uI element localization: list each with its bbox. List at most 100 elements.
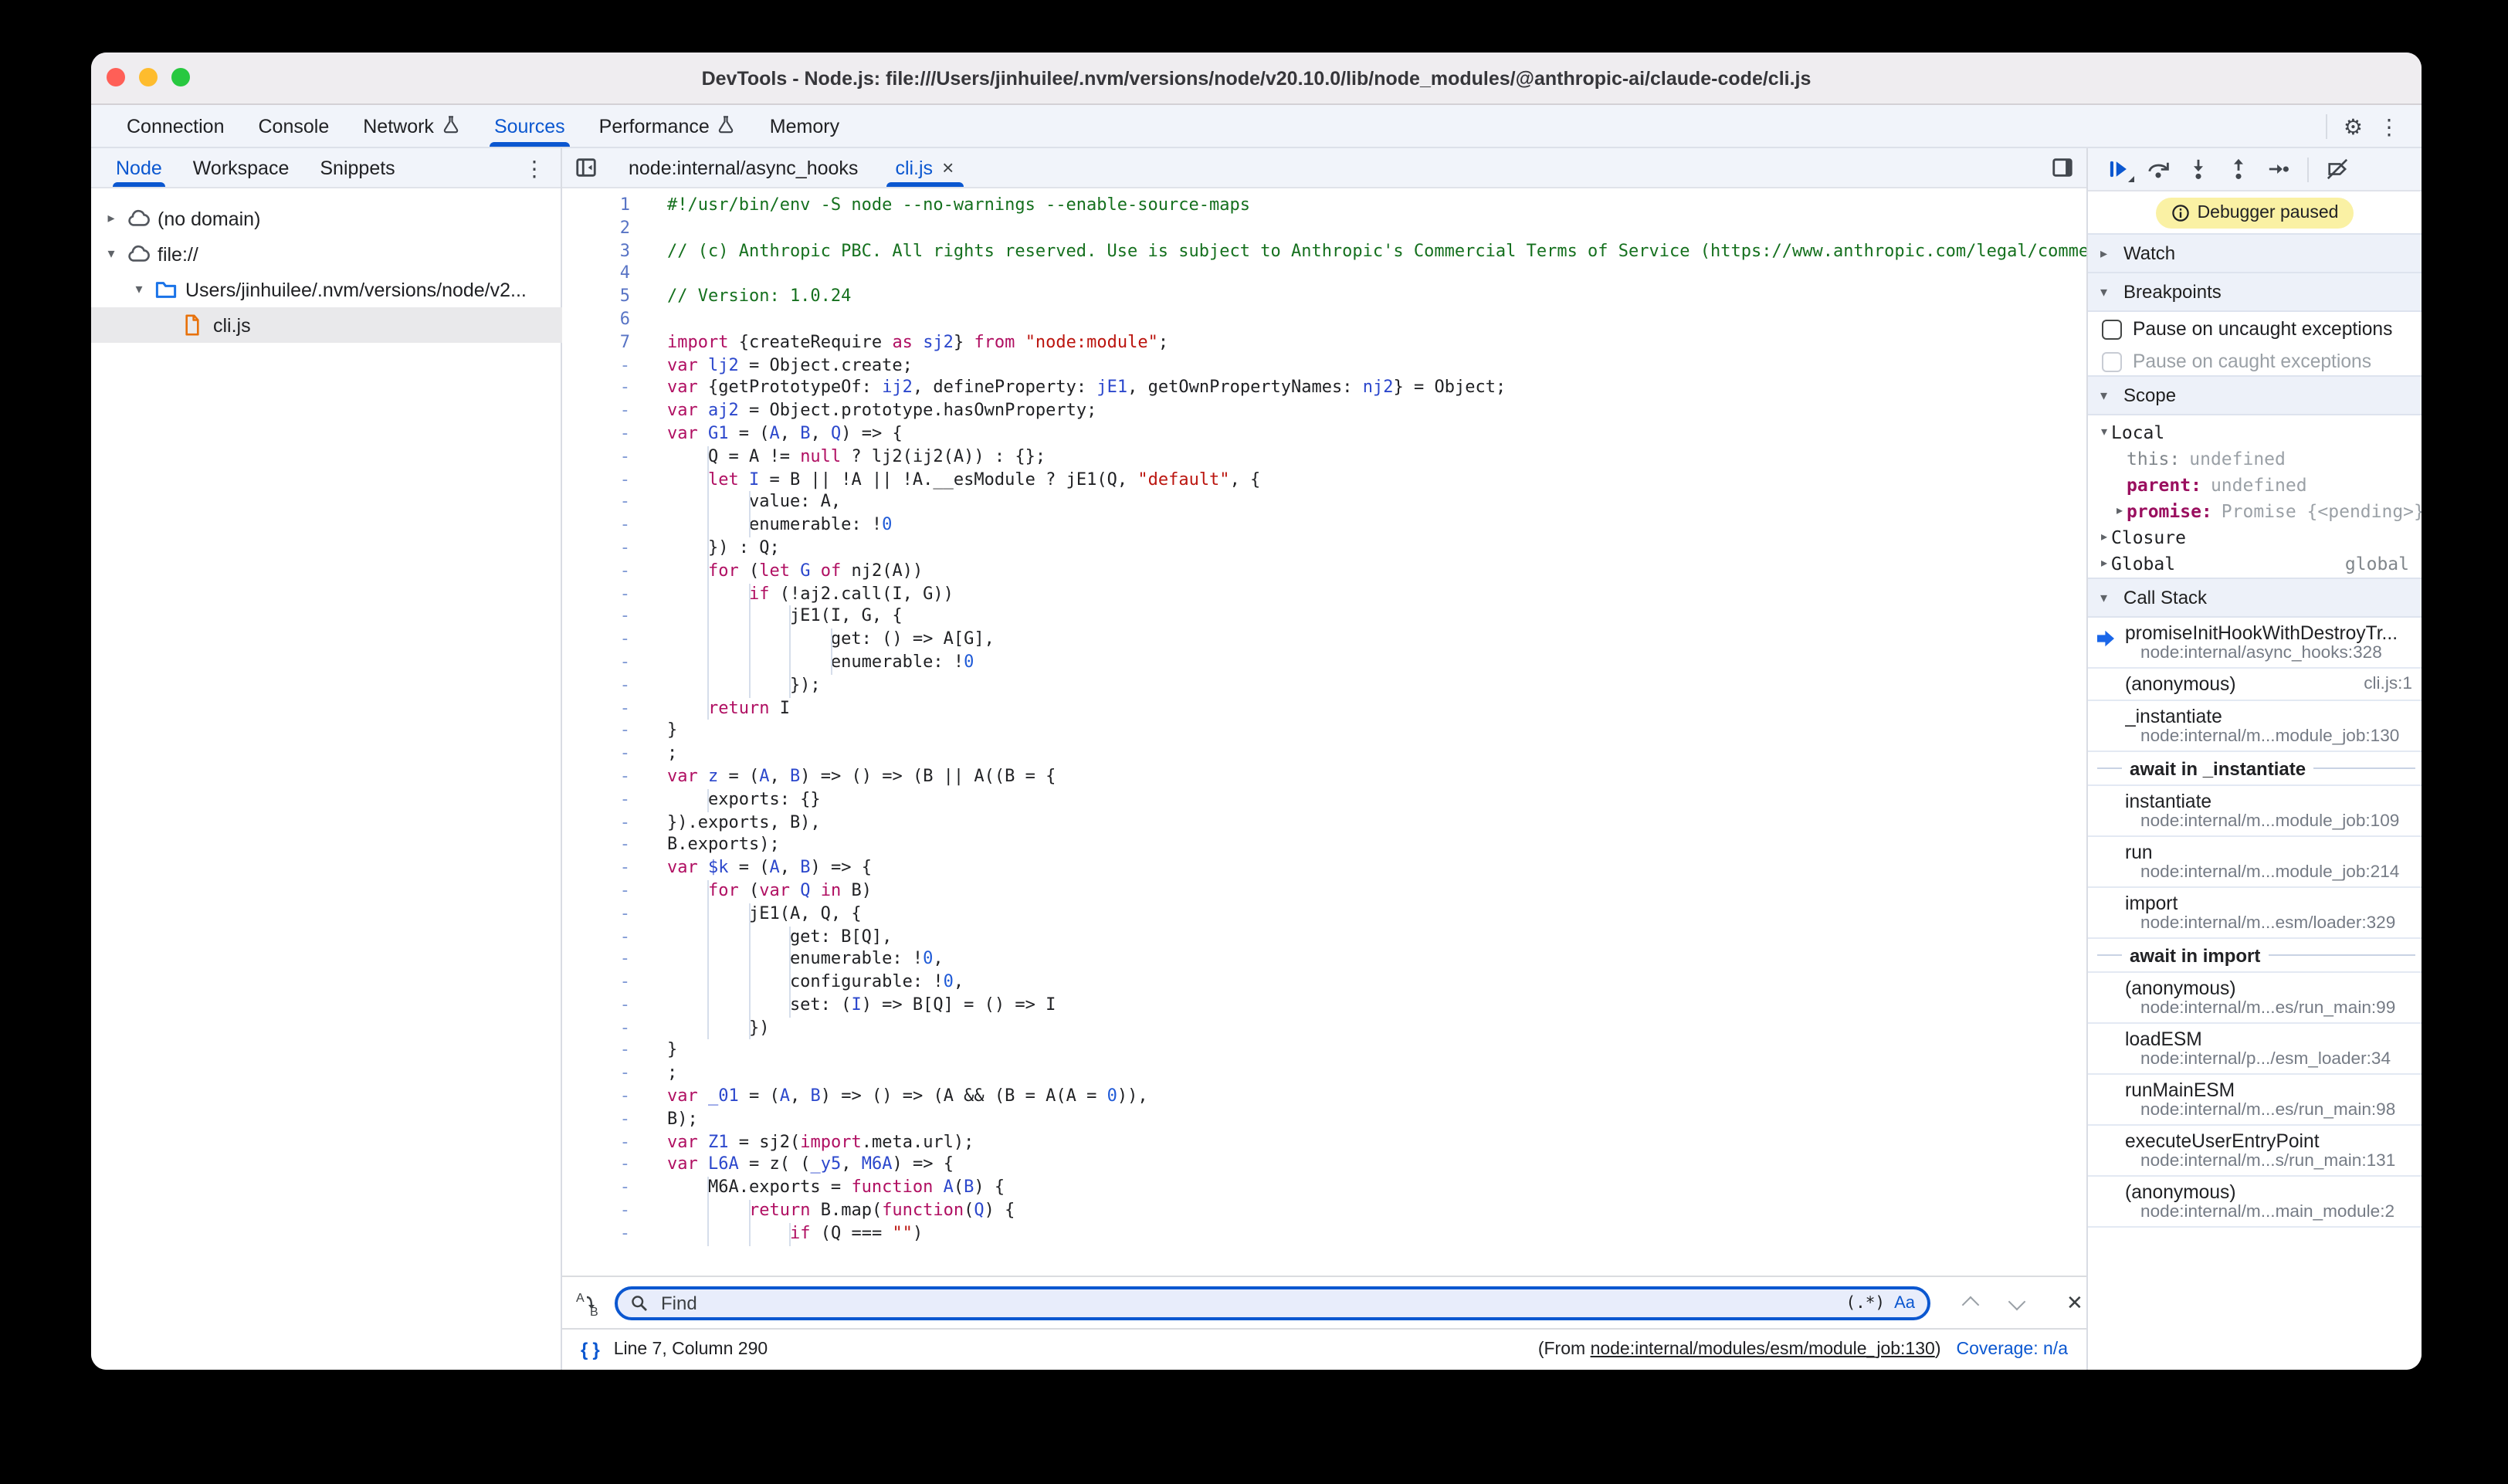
code-line[interactable]: - if (!aj2.call(I, G)): [562, 583, 2086, 606]
line-number-gutter[interactable]: -: [562, 1154, 630, 1177]
line-number-gutter[interactable]: -: [562, 378, 630, 401]
code-line[interactable]: - jE1(I, G, {: [562, 606, 2086, 629]
line-number-gutter[interactable]: 7: [562, 332, 630, 355]
line-number-gutter[interactable]: -: [562, 743, 630, 766]
line-number-gutter[interactable]: -: [562, 697, 630, 720]
line-number-gutter[interactable]: -: [562, 423, 630, 446]
regex-toggle-button[interactable]: (.*): [1845, 1293, 1885, 1312]
code-line[interactable]: -var _01 = (A, B) => () => (A && (B = A(…: [562, 1086, 2086, 1109]
call-stack-frame[interactable]: runMainESMnode:internal/m...es/run_main:…: [2088, 1075, 2422, 1126]
line-number-gutter[interactable]: 4: [562, 263, 630, 286]
line-number-gutter[interactable]: -: [562, 835, 630, 858]
code-line[interactable]: - return I: [562, 697, 2086, 720]
code-line[interactable]: - enumerable: !0: [562, 652, 2086, 675]
call-stack-frame[interactable]: (anonymous)node:internal/m...main_module…: [2088, 1177, 2422, 1228]
scope-row-local[interactable]: ▾Local: [2088, 418, 2422, 445]
code-line[interactable]: - Q = A != null ? lj2(ij2(A)) : {};: [562, 446, 2086, 469]
tree-collapsed-icon[interactable]: ▸: [103, 210, 119, 227]
line-number-gutter[interactable]: -: [562, 1086, 630, 1109]
line-number-gutter[interactable]: -: [562, 514, 630, 537]
section-watch[interactable]: ▸ Watch: [2088, 233, 2422, 273]
tab-performance[interactable]: Performance: [582, 105, 753, 147]
tab-sources[interactable]: Sources: [477, 105, 582, 147]
source-code-view[interactable]: 1#!/usr/bin/env -S node --no-warnings --…: [562, 188, 2086, 1276]
line-number-gutter[interactable]: 5: [562, 286, 630, 309]
tree-item-file-[interactable]: ▾file://: [91, 236, 561, 272]
find-previous-button[interactable]: [1962, 1296, 1980, 1314]
code-line[interactable]: -var lj2 = Object.create;: [562, 354, 2086, 378]
code-line[interactable]: - configurable: !0,: [562, 971, 2086, 994]
toggle-debugger-sidebar-icon[interactable]: [2051, 148, 2086, 187]
call-stack-frame[interactable]: runnode:internal/m...module_job:214: [2088, 837, 2422, 888]
scope-row-promise[interactable]: ▸promise:Promise {<pending>}: [2088, 497, 2422, 523]
step-out-button[interactable]: [2227, 158, 2250, 181]
deactivate-breakpoints-button[interactable]: [2326, 158, 2349, 181]
line-number-gutter[interactable]: -: [562, 720, 630, 744]
tree-item-cli-js[interactable]: cli.js: [91, 307, 616, 343]
line-number-gutter[interactable]: -: [562, 880, 630, 903]
line-number-gutter[interactable]: -: [562, 1017, 630, 1040]
sidebar-tab-snippets[interactable]: Snippets: [304, 148, 410, 187]
code-line[interactable]: 4: [562, 263, 2086, 286]
call-stack-frame[interactable]: importnode:internal/m...esm/loader:329: [2088, 888, 2422, 939]
toggle-navigator-icon[interactable]: [562, 148, 610, 187]
code-line[interactable]: - set: (I) => B[Q] = () => I: [562, 994, 2086, 1018]
line-number-gutter[interactable]: -: [562, 1063, 630, 1086]
call-stack-frame[interactable]: promiseInitHookWithDestroyTr...node:inte…: [2088, 618, 2422, 669]
coverage-link[interactable]: Coverage: n/a: [1957, 1340, 2069, 1359]
line-number-gutter[interactable]: -: [562, 949, 630, 972]
line-number-gutter[interactable]: -: [562, 811, 630, 835]
line-number-gutter[interactable]: -: [562, 926, 630, 949]
code-line[interactable]: -var $k = (A, B) => {: [562, 857, 2086, 880]
sidebar-tab-workspace[interactable]: Workspace: [178, 148, 305, 187]
step-into-button[interactable]: [2187, 158, 2210, 181]
code-line[interactable]: - if (Q === ""): [562, 1223, 2086, 1246]
line-number-gutter[interactable]: -: [562, 1040, 630, 1063]
code-line[interactable]: -var L6A = z( (_y5, M6A) => {: [562, 1154, 2086, 1177]
scope-expanded-icon[interactable]: ▾: [2097, 425, 2111, 439]
section-call-stack[interactable]: ▾ Call Stack: [2088, 578, 2422, 618]
section-breakpoints[interactable]: ▾ Breakpoints: [2088, 272, 2422, 312]
code-line[interactable]: - enumerable: !0: [562, 514, 2086, 537]
call-stack-frame[interactable]: instantiatenode:internal/m...module_job:…: [2088, 786, 2422, 837]
line-number-gutter[interactable]: -: [562, 469, 630, 492]
code-line[interactable]: -;: [562, 1063, 2086, 1086]
call-stack-frame[interactable]: executeUserEntryPointnode:internal/m...s…: [2088, 1126, 2422, 1177]
line-number-gutter[interactable]: -: [562, 628, 630, 652]
code-line[interactable]: -var aj2 = Object.prototype.hasOwnProper…: [562, 400, 2086, 423]
close-find-bar-button[interactable]: ✕: [2066, 1290, 2083, 1315]
editor-tab-node-internal-async-hooks[interactable]: node:internal/async_hooks: [610, 148, 876, 187]
scope-collapsed-icon[interactable]: ▸: [2097, 556, 2111, 570]
code-line[interactable]: -var {getPrototypeOf: ij2, definePropert…: [562, 378, 2086, 401]
navigator-more-menu-icon[interactable]: ⋮: [524, 148, 561, 187]
line-number-gutter[interactable]: -: [562, 971, 630, 994]
scope-row-global[interactable]: ▸Globalglobal: [2088, 550, 2422, 576]
line-number-gutter[interactable]: -: [562, 857, 630, 880]
settings-gear-icon[interactable]: ⚙: [2344, 115, 2363, 137]
checkbox[interactable]: [2102, 319, 2122, 339]
line-number-gutter[interactable]: -: [562, 583, 630, 606]
call-stack-frame[interactable]: (anonymous)node:internal/m...es/run_main…: [2088, 973, 2422, 1024]
code-line[interactable]: - M6A.exports = function A(B) {: [562, 1177, 2086, 1201]
more-options-menu-icon[interactable]: ⋮: [2378, 115, 2400, 137]
line-number-gutter[interactable]: -: [562, 1109, 630, 1132]
scope-collapsed-icon[interactable]: ▸: [2097, 530, 2111, 544]
line-number-gutter[interactable]: -: [562, 561, 630, 584]
line-number-gutter[interactable]: 2: [562, 218, 630, 241]
tab-memory[interactable]: Memory: [753, 105, 856, 147]
code-line[interactable]: - jE1(A, Q, {: [562, 903, 2086, 926]
step-button[interactable]: [2267, 158, 2290, 181]
tree-expanded-icon[interactable]: ▾: [131, 281, 147, 298]
code-line[interactable]: - for (var Q in B): [562, 880, 2086, 903]
line-number-gutter[interactable]: 1: [562, 195, 630, 218]
code-line[interactable]: -;: [562, 743, 2086, 766]
tab-console[interactable]: Console: [242, 105, 347, 147]
code-line[interactable]: - value: A,: [562, 492, 2086, 515]
resume-script-button[interactable]: [2106, 158, 2130, 181]
code-line[interactable]: - exports: {}: [562, 788, 2086, 811]
breakpoint-option[interactable]: Pause on caught exceptions: [2088, 344, 2422, 377]
sidebar-tab-node[interactable]: Node: [100, 148, 178, 187]
code-line[interactable]: -B.exports);: [562, 835, 2086, 858]
line-number-gutter[interactable]: -: [562, 1177, 630, 1201]
call-stack-frame[interactable]: _instantiatenode:internal/m...module_job…: [2088, 701, 2422, 752]
